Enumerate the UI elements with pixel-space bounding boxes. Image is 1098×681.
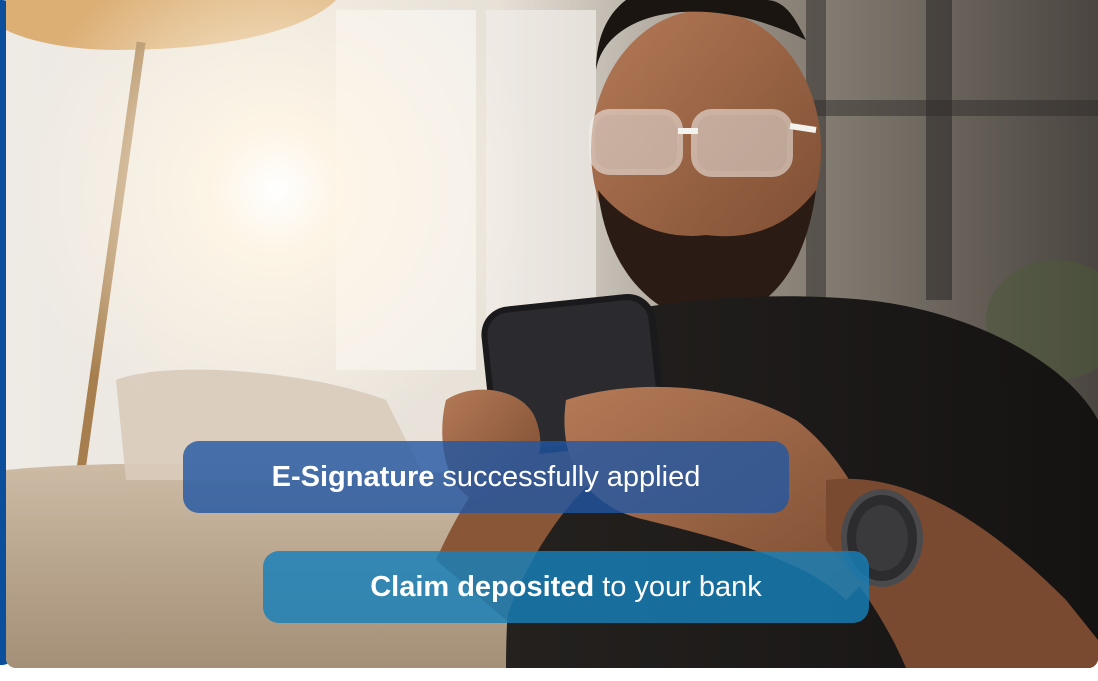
hero-banner: E-Signature successfully applied Claim de… xyxy=(0,0,1098,681)
esignature-rest-text: successfully applied xyxy=(442,460,701,493)
esignature-strong-text: E-Signature xyxy=(271,460,435,493)
claim-deposit-rest-text: to your bank xyxy=(602,570,762,603)
claim-deposit-status-pill: Claim deposited to your bank xyxy=(263,551,869,623)
claim-deposit-strong-text: Claim deposited xyxy=(370,570,595,603)
esignature-status-pill: E-Signature successfully applied xyxy=(183,441,789,513)
